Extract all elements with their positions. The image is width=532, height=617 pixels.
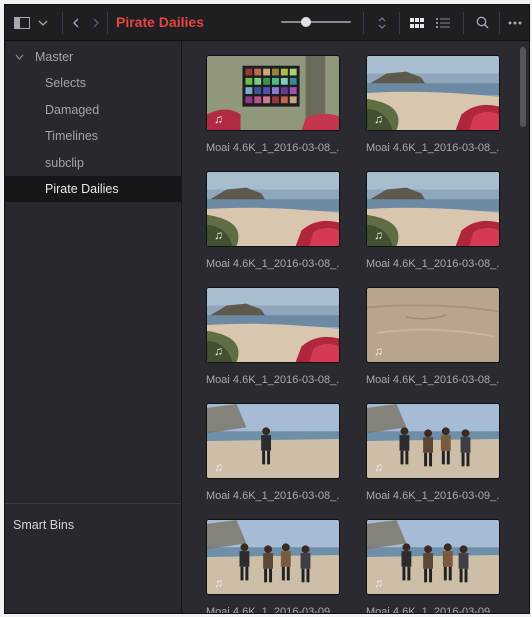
- list-view-button[interactable]: [431, 5, 455, 40]
- bin-item[interactable]: Timelines: [5, 123, 181, 149]
- clip-frame: [207, 288, 339, 362]
- audio-note-icon: ♫: [214, 344, 223, 358]
- thumbnail-size-slider[interactable]: [281, 17, 351, 27]
- clip-frame: [207, 404, 339, 478]
- audio-note-icon: ♫: [214, 112, 223, 126]
- clip-frame: [367, 288, 499, 362]
- thumbnail-view-button[interactable]: [405, 5, 429, 40]
- clip-name: Moai 4.6K_1_2016-03-08_...: [366, 374, 500, 386]
- clip-preview-image[interactable]: ♫: [366, 55, 500, 131]
- media-pool-window: Pirate Dailies Master Selects Damaged Ti…: [4, 4, 530, 614]
- bin-item[interactable]: Pirate Dailies: [5, 176, 181, 202]
- clip-name: Moai 4.6K_1_2016-03-09_...: [366, 490, 500, 502]
- clip-name: Moai 4.6K_1_2016-03-08_...: [366, 258, 500, 270]
- clip-name: Moai 4.6K_1_2016-03-09_...: [206, 606, 340, 613]
- clip-preview-image[interactable]: ♫: [366, 519, 500, 595]
- options-menu-button[interactable]: [502, 5, 528, 40]
- smart-bins-header[interactable]: Smart Bins: [13, 518, 74, 532]
- clip-thumbnail[interactable]: ♫ Moai 4.6K_1_2016-03-09_...: [366, 403, 500, 507]
- audio-note-icon: ♫: [374, 228, 383, 242]
- clip-thumbnail[interactable]: ♫ Moai 4.6K_1_2016-03-09_...: [366, 519, 500, 613]
- vertical-scrollbar[interactable]: [520, 47, 526, 127]
- chevron-left-icon: [73, 18, 79, 27]
- bin-title: Pirate Dailies: [116, 14, 204, 30]
- slider-knob[interactable]: [300, 17, 311, 27]
- clip-frame: [367, 520, 499, 594]
- panel-toggle-button[interactable]: [11, 5, 51, 40]
- bin-item[interactable]: subclip: [5, 150, 181, 176]
- clip-preview-image[interactable]: ♫: [366, 403, 500, 479]
- sort-button[interactable]: [367, 5, 397, 40]
- chevron-down-icon: [15, 54, 24, 60]
- clip-name: Moai 4.6K_1_2016-03-08_...: [206, 258, 340, 270]
- divider: [5, 503, 181, 504]
- clip-thumbnail[interactable]: ♫ Moai 4.6K_1_2016-03-08_...: [206, 171, 340, 275]
- clip-preview-image[interactable]: ♫: [206, 519, 340, 595]
- audio-note-icon: ♫: [374, 576, 383, 590]
- clip-thumbnail[interactable]: ♫ Moai 4.6K_1_2016-03-08_...: [206, 403, 340, 507]
- clip-name: Moai 4.6K_1_2016-03-09_...: [366, 606, 500, 613]
- sort-icon: [378, 16, 386, 29]
- clip-thumbnail[interactable]: ♫ Moai 4.6K_1_2016-03-08_...: [206, 55, 340, 159]
- bin-master[interactable]: Master: [5, 44, 181, 70]
- back-button[interactable]: [67, 5, 85, 40]
- clip-preview-image[interactable]: ♫: [206, 55, 340, 131]
- clip-name: Moai 4.6K_1_2016-03-08_...: [366, 142, 500, 154]
- more-options-icon: [508, 21, 522, 24]
- sidebar-panel-icon: [14, 16, 30, 29]
- audio-note-icon: ♫: [374, 344, 383, 358]
- bin-label: Pirate Dailies: [45, 182, 119, 196]
- audio-note-icon: ♫: [374, 460, 383, 474]
- clip-frame: [367, 404, 499, 478]
- bin-label: Timelines: [45, 129, 99, 143]
- clip-preview-image[interactable]: ♫: [366, 287, 500, 363]
- clip-thumbnail[interactable]: ♫ Moai 4.6K_1_2016-03-08_...: [366, 171, 500, 275]
- clip-name: Moai 4.6K_1_2016-03-08_...: [206, 374, 340, 386]
- forward-button[interactable]: [87, 5, 105, 40]
- clip-preview-image[interactable]: ♫: [206, 287, 340, 363]
- search-button[interactable]: [467, 5, 497, 40]
- bin-list-sidebar: Master Selects Damaged Timelines subclip Pir…: [5, 41, 182, 613]
- clip-preview-image[interactable]: ♫: [206, 171, 340, 247]
- clip-preview-image[interactable]: ♫: [206, 403, 340, 479]
- grid-view-icon: [410, 17, 424, 28]
- audio-note-icon: ♫: [214, 460, 223, 474]
- search-icon: [476, 16, 488, 29]
- bin-item[interactable]: Selects: [5, 70, 181, 96]
- toolbar: Pirate Dailies: [5, 5, 529, 41]
- clip-thumbnail-grid: ♫ Moai 4.6K_1_2016-03-08_... ♫ Moai 4.6K…: [182, 41, 529, 613]
- clip-frame: [207, 56, 339, 130]
- clip-name: Moai 4.6K_1_2016-03-08_...: [206, 490, 340, 502]
- audio-note-icon: ♫: [214, 228, 223, 242]
- clip-frame: [367, 172, 499, 246]
- clip-thumbnail[interactable]: ♫ Moai 4.6K_1_2016-03-08_...: [206, 287, 340, 391]
- list-view-icon: [436, 17, 450, 28]
- clip-thumbnail[interactable]: ♫ Moai 4.6K_1_2016-03-09_...: [206, 519, 340, 613]
- chevron-down-icon: [38, 20, 48, 26]
- audio-note-icon: ♫: [214, 576, 223, 590]
- bin-label: Master: [35, 50, 74, 64]
- bin-item[interactable]: Damaged: [5, 97, 181, 123]
- clip-thumbnail[interactable]: ♫ Moai 4.6K_1_2016-03-08_...: [366, 287, 500, 391]
- clip-thumbnail[interactable]: ♫ Moai 4.6K_1_2016-03-08_...: [366, 55, 500, 159]
- bin-label: Selects: [45, 76, 86, 90]
- bin-label: subclip: [45, 155, 84, 170]
- clip-frame: [367, 56, 499, 130]
- chevron-right-icon: [93, 18, 99, 27]
- clip-name: Moai 4.6K_1_2016-03-08_...: [206, 142, 340, 154]
- bin-label: Damaged: [45, 102, 100, 117]
- clip-preview-image[interactable]: ♫: [366, 171, 500, 247]
- clip-frame: [207, 520, 339, 594]
- audio-note-icon: ♫: [374, 112, 383, 126]
- clip-frame: [207, 172, 339, 246]
